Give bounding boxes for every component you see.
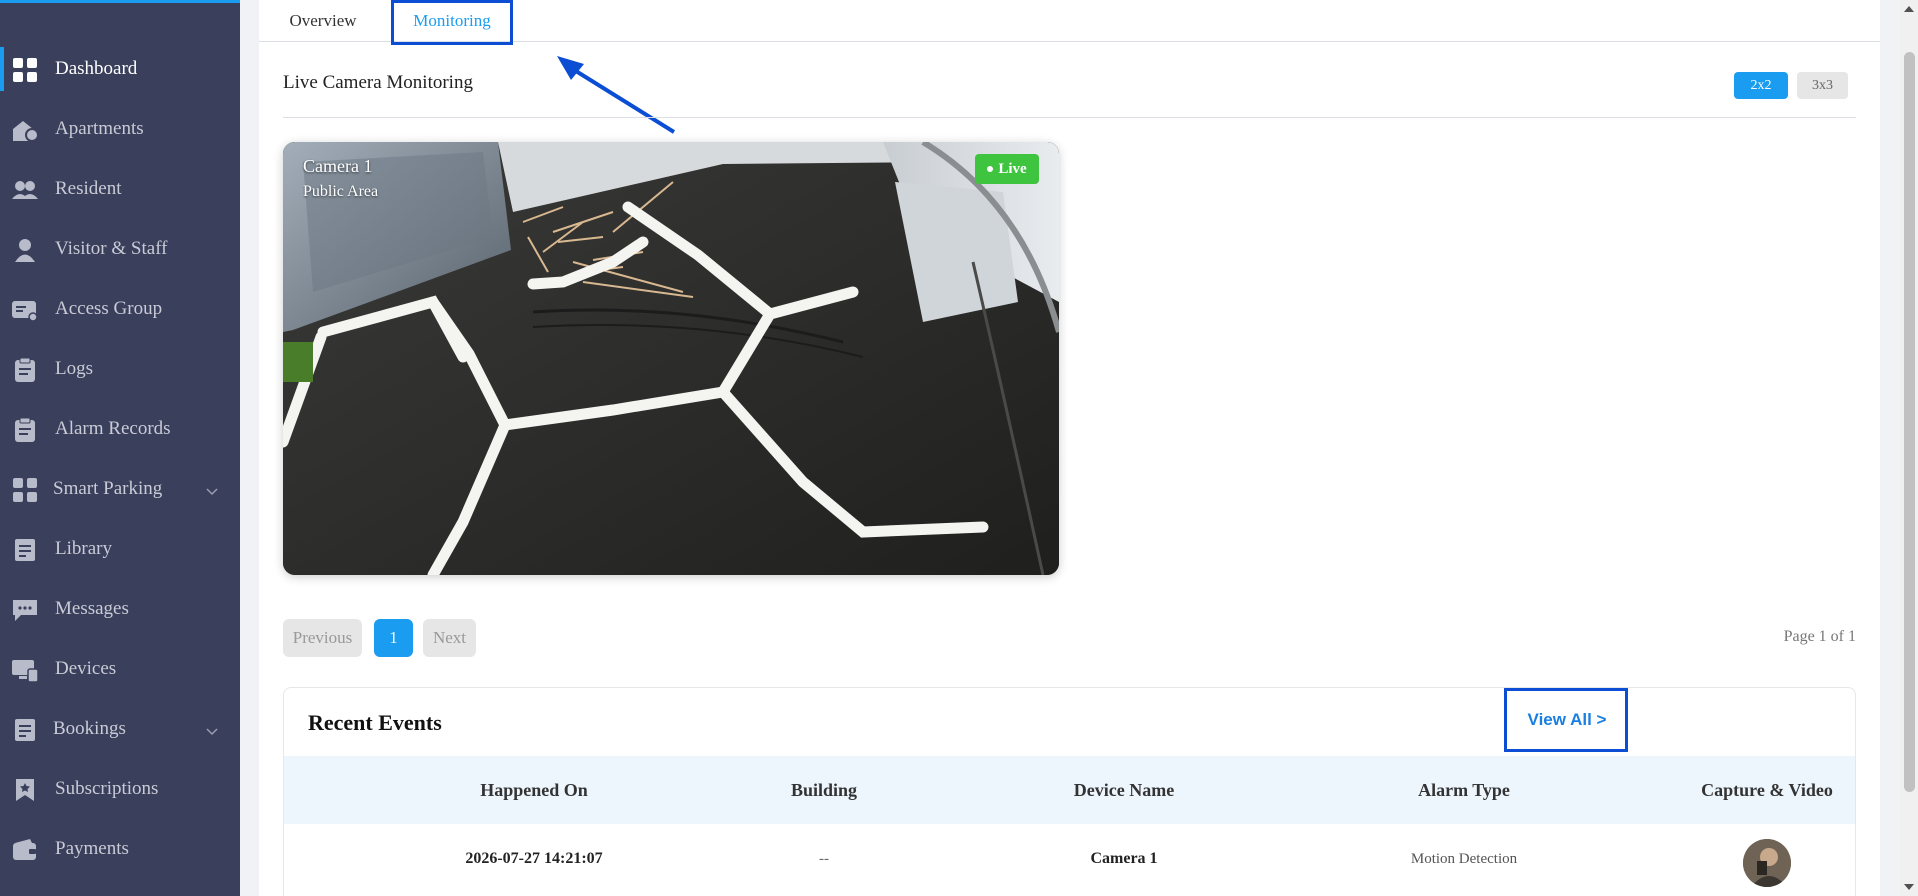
vertical-scrollbar[interactable] xyxy=(1900,0,1918,896)
sidebar-item-payments[interactable]: Payments xyxy=(0,819,240,879)
devices-icon xyxy=(11,657,39,683)
recent-events-title: Recent Events xyxy=(308,710,442,735)
visitor-icon xyxy=(11,237,39,263)
sidebar-item-label: Smart Parking xyxy=(53,478,163,499)
sidebar-item-label: Devices xyxy=(55,658,117,679)
sidebar-item-label: Alarm Records xyxy=(55,418,171,439)
live-status-badge: Live xyxy=(975,154,1039,184)
sidebar-item-label: Dashboard xyxy=(55,58,138,79)
column-building[interactable]: Building xyxy=(724,756,924,824)
camera-feed-image xyxy=(283,142,1059,575)
sidebar-item-alarm-records[interactable]: Alarm Records xyxy=(0,399,240,459)
column-device-name[interactable]: Device Name xyxy=(1004,756,1244,824)
payments-icon xyxy=(11,837,39,863)
dashboard-icon xyxy=(11,57,39,83)
page-info: Page 1 of 1 xyxy=(1783,628,1856,645)
sidebar-item-bookings[interactable]: Bookings xyxy=(0,699,240,759)
annotation-arrow-icon xyxy=(557,56,676,134)
sidebar-item-library[interactable]: Library xyxy=(0,519,240,579)
sidebar-item-label: Subscriptions xyxy=(55,778,159,799)
sidebar-item-devices[interactable]: Devices xyxy=(0,639,240,699)
resident-icon xyxy=(11,177,39,203)
sidebar-item-label: Payments xyxy=(55,838,129,859)
logs-icon xyxy=(11,357,39,383)
scroll-up-arrow-icon[interactable] xyxy=(1904,6,1914,12)
grid-2x2-button[interactable]: 2x2 xyxy=(1734,72,1788,99)
scrollbar-thumb[interactable] xyxy=(1904,52,1915,792)
main-content: Overview Monitoring Live Camera Monitori… xyxy=(259,0,1880,896)
subscriptions-icon xyxy=(11,777,39,803)
sidebar-item-subscriptions[interactable]: Subscriptions xyxy=(0,759,240,819)
sidebar: Dashboard Apartments Resident Visitor & … xyxy=(0,0,240,896)
bookings-icon xyxy=(11,717,39,743)
smart-parking-icon xyxy=(11,477,39,503)
sidebar-item-visitor-staff[interactable]: Visitor & Staff xyxy=(0,219,240,279)
next-page-button[interactable]: Next xyxy=(423,619,476,657)
sidebar-item-smart-parking[interactable]: Smart Parking xyxy=(0,459,240,519)
active-indicator xyxy=(0,47,4,91)
event-alarm-type: Motion Detection xyxy=(1410,850,1518,867)
sidebar-item-messages[interactable]: Messages xyxy=(0,579,240,639)
previous-page-button[interactable]: Previous xyxy=(283,619,362,657)
sidebar-item-label: Access Group xyxy=(55,298,163,319)
page-margin xyxy=(1880,0,1900,896)
apartment-icon xyxy=(11,117,39,143)
sidebar-item-label: Messages xyxy=(55,598,129,619)
event-device-name: Camera 1 xyxy=(1090,850,1158,867)
alarm-records-icon xyxy=(11,417,39,443)
camera-area: Public Area xyxy=(303,183,379,200)
event-building: -- xyxy=(819,850,829,867)
sidebar-top-accent xyxy=(0,0,240,3)
column-capture-video[interactable]: Capture & Video xyxy=(1667,756,1855,824)
library-icon xyxy=(11,537,39,563)
sidebar-item-dashboard[interactable]: Dashboard xyxy=(0,39,240,99)
sidebar-item-label: Library xyxy=(55,538,112,559)
column-alarm-type[interactable]: Alarm Type xyxy=(1344,756,1584,824)
column-happened-on[interactable]: Happened On xyxy=(414,756,654,824)
live-monitoring-title: Live Camera Monitoring xyxy=(283,72,473,93)
section-divider xyxy=(283,117,1856,118)
sidebar-item-logs[interactable]: Logs xyxy=(0,339,240,399)
camera-feed-card[interactable]: Camera 1 Public Area Live xyxy=(283,142,1059,575)
sidebar-item-label: Bookings xyxy=(53,718,126,739)
chevron-down-icon xyxy=(206,723,218,736)
recent-events-card: Recent Events View All > Happened On Bui… xyxy=(283,687,1856,896)
sidebar-item-apartments[interactable]: Apartments xyxy=(0,99,240,159)
view-all-highlight-box xyxy=(1504,688,1628,752)
sidebar-item-label: Logs xyxy=(55,358,93,379)
sidebar-item-access-group[interactable]: Access Group xyxy=(0,279,240,339)
scroll-down-arrow-icon[interactable] xyxy=(1904,884,1914,890)
grid-3x3-button[interactable]: 3x3 xyxy=(1797,72,1848,99)
live-status-label: Live xyxy=(998,160,1027,177)
capture-thumbnail[interactable] xyxy=(1743,839,1791,887)
event-happened-on: 2026-07-27 14:21:07 xyxy=(465,850,603,867)
sidebar-item-resident[interactable]: Resident xyxy=(0,159,240,219)
sidebar-item-label: Resident xyxy=(55,178,122,199)
sidebar-item-label: Apartments xyxy=(55,118,144,139)
live-dot-icon xyxy=(987,166,994,172)
page-1-button[interactable]: 1 xyxy=(374,619,413,657)
events-table-header: Happened On Building Device Name Alarm T… xyxy=(284,756,1855,824)
chevron-down-icon xyxy=(206,483,218,496)
sidebar-item-label: Visitor & Staff xyxy=(55,238,168,259)
messages-icon xyxy=(11,597,39,623)
access-group-icon xyxy=(11,297,39,323)
camera-name: Camera 1 xyxy=(303,156,373,176)
